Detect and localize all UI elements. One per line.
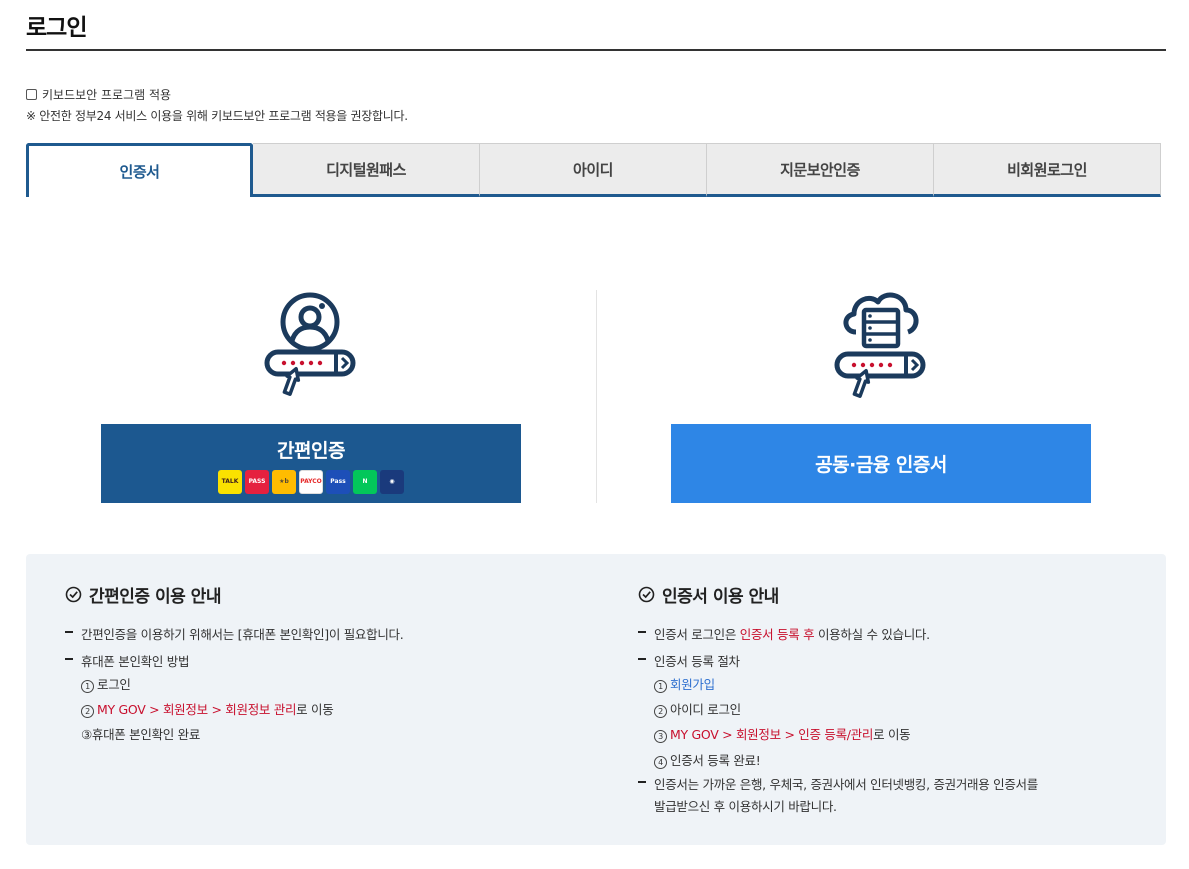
title-divider (26, 49, 1166, 51)
keyboard-security-option[interactable]: 키보드보안 프로그램 적용 (26, 86, 171, 103)
cert-step2-text: 아이디 로그인 (670, 702, 741, 717)
cert-line1-a: 인증서 로그인은 (654, 627, 740, 642)
tab-certificate[interactable]: 인증서 (26, 143, 253, 197)
cert-step4-text: 인증서 등록 완료! (670, 753, 761, 768)
keyboard-security-checkbox[interactable] (26, 89, 37, 100)
page-title: 로그인 (26, 15, 87, 41)
bullet-dash (65, 631, 73, 633)
joint-cert-button[interactable]: 공동·금융 인증서 (671, 424, 1091, 503)
tab-id[interactable]: 아이디 (480, 143, 707, 197)
step-number: 4 (654, 756, 667, 769)
tab-digital-onepass[interactable]: 디지털원패스 (253, 143, 480, 197)
check-circle-icon (638, 586, 655, 603)
simple-guide-line2: 휴대폰 본인확인 방법 (81, 654, 190, 669)
pass-logo-icon: PASS (245, 469, 269, 494)
simple-guide-step1: 1 로그인 (81, 674, 131, 693)
simple-step2-path: MY GOV > 회원정보 > 회원정보 관리 (97, 702, 297, 717)
simple-step1-text: 로그인 (97, 677, 131, 692)
step-number: 2 (81, 705, 94, 718)
keyboard-security-label[interactable]: 키보드보안 프로그램 적용 (42, 86, 171, 103)
payco-logo-icon: PAYCO (299, 469, 323, 494)
step-number: 1 (654, 680, 667, 693)
cert-guide-step4: 4 인증서 등록 완료! (654, 750, 761, 769)
shinhan-logo-icon: ◉ (380, 469, 404, 494)
bullet-dash (638, 658, 646, 660)
cert-guide-title-text: 인증서 이용 안내 (662, 587, 779, 607)
cert-line1-b: 이용하실 수 있습니다. (814, 627, 930, 642)
step-number: 2 (654, 705, 667, 718)
tab-non-member[interactable]: 비회원로그인 (934, 143, 1161, 197)
step-number: 3 (654, 730, 667, 743)
simple-step2-rest: 로 이동 (296, 702, 334, 717)
samsung-pass-logo-icon: Pass (326, 469, 350, 494)
cert-step3-path: MY GOV > 회원정보 > 인증 등록/관리 (670, 727, 874, 742)
joint-cert-icon (832, 288, 928, 404)
cert-line1-highlight: 인증서 등록 후 (739, 627, 815, 642)
bullet-dash (638, 631, 646, 633)
simple-guide-line1: 간편인증을 이용하기 위해서는 [휴대폰 본인확인]이 필요합니다. (81, 627, 404, 642)
usage-guide: 간편인증 이용 안내 간편인증을 이용하기 위해서는 [휴대폰 본인확인]이 필… (26, 554, 1166, 845)
simple-guide-step2: 2 MY GOV > 회원정보 > 회원정보 관리로 이동 (81, 699, 334, 718)
signup-link[interactable]: 회원가입 (670, 677, 715, 692)
tab-fingerprint[interactable]: 지문보안인증 (707, 143, 934, 197)
simple-auth-label: 간편인증 (277, 439, 345, 462)
options-divider (596, 290, 597, 503)
cert-guide-step1: 1 회원가입 (654, 674, 715, 693)
cert-guide-line3b: 발급받으신 후 이용하시기 바랍니다. (654, 799, 837, 814)
simple-guide-title-text: 간편인증 이용 안내 (89, 587, 221, 607)
simple-auth-button[interactable]: 간편인증 TALK PASS ★b PAYCO Pass N ◉ (101, 424, 521, 503)
cert-guide-title: 인증서 이용 안내 (638, 582, 779, 607)
step-number: 1 (81, 680, 94, 693)
bullet-dash (65, 658, 73, 660)
keyboard-security-notice: ※ 안전한 정부24 서비스 이용을 위해 키보드보안 프로그램 적용을 권장합… (26, 109, 408, 123)
provider-logos: TALK PASS ★b PAYCO Pass N ◉ (218, 469, 404, 494)
kb-logo-icon: ★b (272, 469, 296, 494)
kakao-logo-icon: TALK (218, 469, 242, 494)
cert-guide-step3: 3 MY GOV > 회원정보 > 인증 등록/관리로 이동 (654, 724, 911, 743)
simple-auth-icon (262, 290, 358, 404)
login-method-tabs: 인증서 디지털원패스 아이디 지문보안인증 비회원로그인 (26, 143, 1162, 197)
cert-guide-line2: 인증서 등록 절차 (654, 654, 740, 669)
cert-guide-line3a: 인증서는 가까운 은행, 우체국, 증권사에서 인터넷뱅킹, 증권거래용 인증서… (654, 777, 1038, 792)
check-circle-icon (65, 586, 82, 603)
cert-guide-line1: 인증서 로그인은 인증서 등록 후 이용하실 수 있습니다. (654, 624, 930, 643)
simple-guide-step3: ③휴대폰 본인확인 완료 (81, 727, 201, 742)
naver-logo-icon: N (353, 469, 377, 494)
cert-step3-rest: 로 이동 (873, 727, 911, 742)
simple-guide-title: 간편인증 이용 안내 (65, 582, 221, 607)
cert-guide-step2: 2 아이디 로그인 (654, 699, 741, 718)
bullet-dash (638, 781, 646, 783)
